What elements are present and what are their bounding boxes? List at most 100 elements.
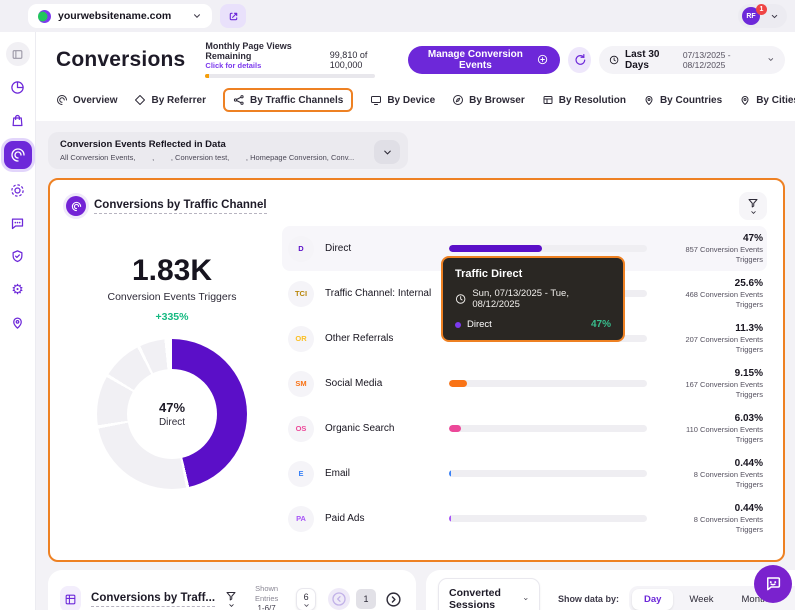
table-title[interactable]: Conversions by Traff... xyxy=(91,592,215,607)
sidebar-item-feedback[interactable] xyxy=(6,211,30,235)
sidebar-item-conversions[interactable] xyxy=(4,141,32,169)
avatar-initials: RF xyxy=(746,13,755,20)
chart-filter-button[interactable] xyxy=(739,192,767,220)
quota-details-link[interactable]: Click for details xyxy=(205,61,323,70)
banner-title: Conversion Events Reflected in Data xyxy=(60,139,368,150)
channel-bar xyxy=(449,515,647,522)
tab-by-countries[interactable]: By Countries xyxy=(643,94,722,106)
tab-by-resolution[interactable]: By Resolution xyxy=(542,94,626,106)
channel-label: Direct xyxy=(325,243,437,254)
conversion-events-banner: Conversion Events Reflected in Data All … xyxy=(48,132,408,169)
channel-row-social-media[interactable]: SM Social Media 9.15% 167 Conversion Eve… xyxy=(282,361,767,406)
tab-overview[interactable]: Overview xyxy=(56,94,117,106)
banner-subtitle: All Conversion Events, , , Conversion te… xyxy=(60,153,368,162)
chevron-down-icon xyxy=(767,55,775,64)
sidebar-item-privacy[interactable] xyxy=(6,244,30,268)
donut-chart[interactable]: 47% Direct xyxy=(97,339,247,489)
tab-by-cities[interactable]: By Cities xyxy=(739,94,795,106)
channel-percent: 47% xyxy=(659,233,763,244)
resolution-icon xyxy=(542,94,554,106)
sessions-dropdown-value: Converted Sessions xyxy=(449,587,505,610)
period-day[interactable]: Day xyxy=(632,589,673,610)
map-pin-icon xyxy=(643,94,655,106)
topbar: yourwebsitename.com RF 1 xyxy=(0,0,795,32)
clock-icon xyxy=(609,54,619,66)
sidebar-item-analytics[interactable] xyxy=(6,75,30,99)
channel-percent: 0.44% xyxy=(659,503,763,514)
card-title[interactable]: Conversions by Traffic Channel xyxy=(94,199,267,214)
period-week[interactable]: Week xyxy=(677,589,725,610)
table-view-button[interactable] xyxy=(60,586,81,610)
open-website-button[interactable] xyxy=(220,4,246,28)
collapse-sidebar-button[interactable] xyxy=(6,42,30,66)
channel-count: 468 Conversion Events xyxy=(659,290,763,299)
shown-entries-label: Shown Entries xyxy=(247,584,286,604)
sidebar-item-audience[interactable] xyxy=(6,178,30,202)
channel-percent: 25.6% xyxy=(659,278,763,289)
channel-unit: Triggers xyxy=(659,435,763,444)
funnel-icon xyxy=(747,197,759,209)
website-selector[interactable]: yourwebsitename.com xyxy=(28,4,212,28)
website-name: yourwebsitename.com xyxy=(58,10,171,22)
prev-page-button[interactable] xyxy=(328,588,350,610)
donut-center-percent: 47% xyxy=(159,400,185,415)
channel-count: 8 Conversion Events xyxy=(659,470,763,479)
sidebar-item-locations[interactable] xyxy=(6,310,30,334)
tab-by-traffic-channels[interactable]: By Traffic Channels xyxy=(223,88,353,112)
site-logo-icon xyxy=(38,10,51,23)
channel-row-email[interactable]: E Email 0.44% 8 Conversion Events Trigge… xyxy=(282,451,767,496)
support-chat-button[interactable] xyxy=(754,565,792,603)
device-icon xyxy=(370,94,382,106)
map-pin-icon xyxy=(10,315,25,330)
manage-conversion-events-button[interactable]: Manage Conversion Events xyxy=(408,46,561,74)
tab-by-referrer[interactable]: By Referrer xyxy=(134,94,205,106)
shopping-bag-icon xyxy=(10,113,25,128)
tab-label: By Referrer xyxy=(151,95,205,106)
channel-percent: 0.44% xyxy=(659,458,763,469)
shown-entries: Shown Entries 1-6/7 xyxy=(247,584,286,610)
show-data-by-label: Show data by: xyxy=(558,594,619,604)
map-pin-icon xyxy=(739,94,751,106)
chevron-down-icon xyxy=(303,602,310,609)
sidebar-item-settings[interactable]: ⚙ xyxy=(6,277,30,301)
channel-unit: Triggers xyxy=(659,525,763,534)
channel-label: Email xyxy=(325,468,437,479)
channel-row-organic-search[interactable]: OS Organic Search 6.03% 110 Conversion E… xyxy=(282,406,767,451)
referrer-icon xyxy=(134,94,146,106)
channel-row-paid-ads[interactable]: PA Paid Ads 0.44% 8 Conversion Events Tr… xyxy=(282,496,767,541)
external-link-icon xyxy=(228,11,239,22)
report-tabs: Overview By Referrer By Traffic Channels… xyxy=(36,82,795,121)
quota-label: Monthly Page Views Remaining xyxy=(205,41,323,61)
table-filter-button[interactable] xyxy=(225,590,237,609)
refresh-button[interactable] xyxy=(568,47,590,73)
refresh-icon xyxy=(573,53,586,66)
converted-sessions-dropdown[interactable]: Converted Sessions xyxy=(438,578,540,610)
next-page-button[interactable] xyxy=(382,588,404,610)
account-menu[interactable]: RF 1 xyxy=(738,4,787,28)
quota-widget: Monthly Page Views Remaining Click for d… xyxy=(205,41,393,78)
tab-label: By Cities xyxy=(756,95,795,106)
date-range-picker[interactable]: Last 30 Days 07/13/2025 - 08/12/2025 xyxy=(599,46,785,74)
data-view-controls-card: Converted Sessions Show data by: Day Wee… xyxy=(426,570,795,610)
sidebar: ⚙ xyxy=(0,32,36,610)
channel-percent: 9.15% xyxy=(659,368,763,379)
plus-circle-icon xyxy=(537,53,548,66)
tab-by-device[interactable]: By Device xyxy=(370,94,435,106)
expand-events-button[interactable] xyxy=(374,140,400,164)
quota-progress-bar xyxy=(205,74,375,78)
channel-count: 110 Conversion Events xyxy=(659,425,763,434)
tooltip-series-value: 47% xyxy=(591,319,611,330)
conversions-swirl-icon xyxy=(10,147,26,163)
funnel-icon xyxy=(225,590,237,602)
sidebar-item-ecommerce[interactable] xyxy=(6,108,30,132)
page-size-select[interactable]: 6 xyxy=(296,588,316,610)
channel-label: Traffic Channel: Internal xyxy=(325,288,437,299)
tab-label: By Browser xyxy=(469,95,525,106)
channel-badge: D xyxy=(288,236,314,262)
channel-count: 207 Conversion Events xyxy=(659,335,763,344)
channel-count: 8 Conversion Events xyxy=(659,515,763,524)
tab-by-browser[interactable]: By Browser xyxy=(452,94,525,106)
channel-badge: PA xyxy=(288,506,314,532)
avatar: RF 1 xyxy=(742,7,760,25)
current-page[interactable]: 1 xyxy=(356,589,376,609)
